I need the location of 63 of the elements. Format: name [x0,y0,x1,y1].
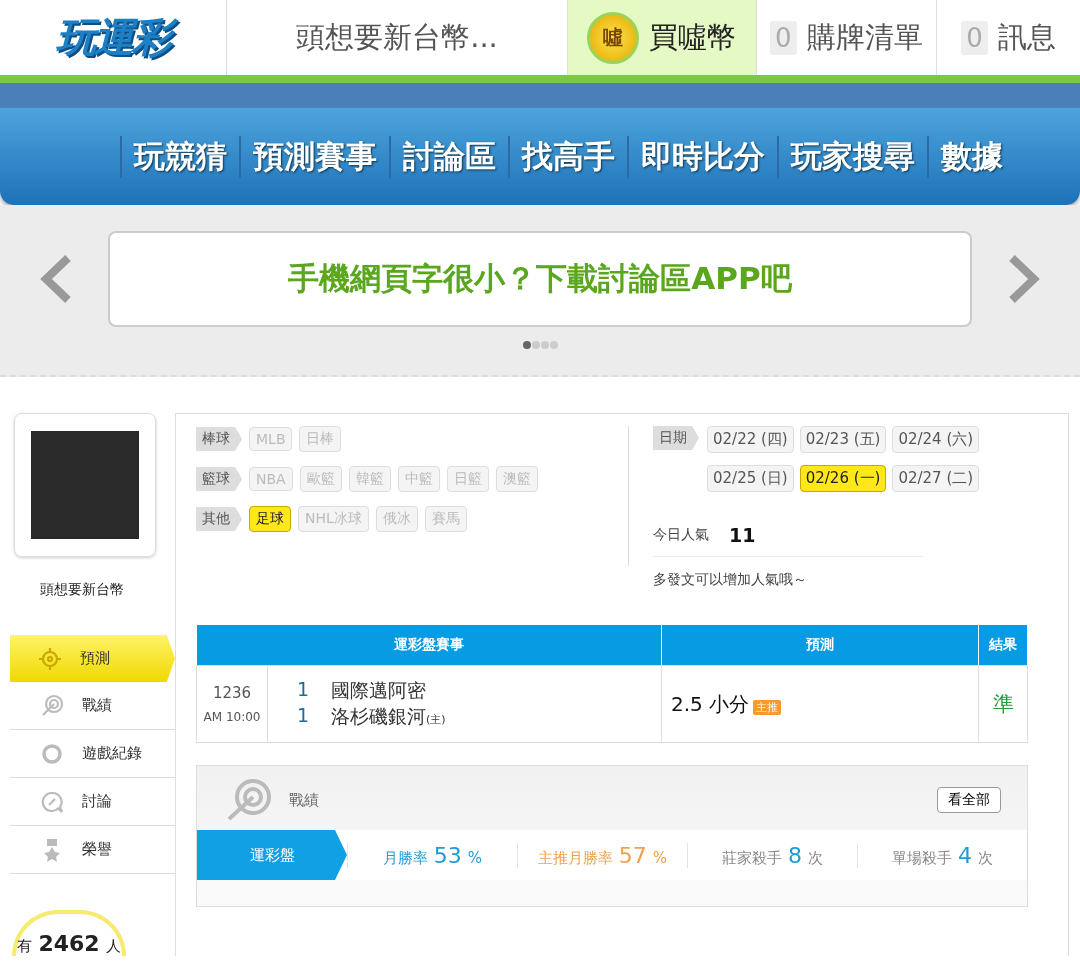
date-option[interactable]: 02/26 (一) [799,465,887,492]
date-option[interactable]: 02/24 (六) [892,426,980,453]
column-header: 運彩盤賽事 [196,625,662,666]
coin-icon: 噓 [587,11,640,64]
online-prefix: 有 [17,937,33,956]
nav-item[interactable]: 玩競猜 [120,135,239,178]
team-score: 1 [297,678,309,702]
column-header: 預測 [661,625,979,666]
ring-icon [40,741,64,766]
header-tab[interactable]: 噓 買噓幣 [567,0,756,75]
date-label: 日期 [653,426,699,450]
date-option[interactable]: 02/22 (四) [707,426,794,453]
team-name: 國際邁阿密 [331,678,426,703]
tab-label: 訊息 [997,18,1056,56]
count-badge: 0 [961,20,988,55]
result: 準 [992,692,1014,716]
record-stat: 莊家殺手 8 次 [687,842,857,868]
carousel-dot[interactable] [522,341,531,349]
nav-item[interactable]: 玩家搜尋 [777,135,927,178]
popularity-note: 多發文可以增加人氣哦～ [653,571,808,589]
tab-label: 買噓幣 [649,18,737,56]
side-menu-item[interactable]: 預測 [10,635,175,682]
nav-item[interactable]: 討論區 [389,135,508,178]
prediction: 2.5 小分 [670,691,750,716]
popularity-label: 今日人氣 [653,526,709,544]
chat-pencil-icon [40,789,64,814]
online-suffix: 人 [105,937,121,956]
nav-item[interactable]: 數據 [927,135,1015,178]
date-option[interactable]: 02/27 (二) [892,465,980,492]
match-number: 1236 [211,684,253,702]
record-stat: 月勝率 53 % [347,842,517,868]
crosshair-icon [38,646,62,671]
popularity-value: 11 [729,524,756,546]
tag: 主推 [753,699,782,715]
record-stat: 單場殺手 4 次 [857,842,1027,868]
carousel-dot[interactable] [531,341,540,349]
user-name: 頭想要新台幣 [40,581,125,599]
match-time: AM 10:00 [202,710,262,724]
team-score: 1 [297,704,309,728]
record-stat: 主推月勝率 57 % [517,842,687,868]
carousel-dot[interactable] [540,341,549,349]
date-option[interactable]: 02/23 (五) [799,426,887,453]
league-option[interactable]: 足球 [249,506,291,532]
online-count: 2462 [38,931,100,956]
nav-item[interactable]: 即時比分 [627,135,777,178]
tab-label: 購牌清單 [806,18,923,56]
tab-label: 頭想要新台幣... [296,18,498,56]
count-badge: 0 [770,20,797,55]
nav-item[interactable]: 預測賽事 [239,135,389,178]
team-name: 洛杉磯銀河(主) [331,704,446,729]
column-header: 結果 [978,625,1028,666]
logo[interactable]: 玩運彩 [0,0,226,75]
date-option[interactable]: 02/25 (日) [707,465,794,492]
category-label: 籃球 [196,467,242,491]
record-tab[interactable]: 運彩盤 [197,830,347,880]
nav-item[interactable]: 找高手 [508,135,627,178]
view-all-button[interactable]: 看全部 [937,787,1001,813]
carousel-dot[interactable] [549,341,558,349]
target-arrow-icon [40,693,64,718]
record-title: 戰績 [289,790,320,810]
banner-message[interactable]: 手機網頁字很小？下載討論區APP吧 [108,231,972,327]
category-label: 其他 [196,507,242,531]
category-label: 棒球 [196,427,242,451]
